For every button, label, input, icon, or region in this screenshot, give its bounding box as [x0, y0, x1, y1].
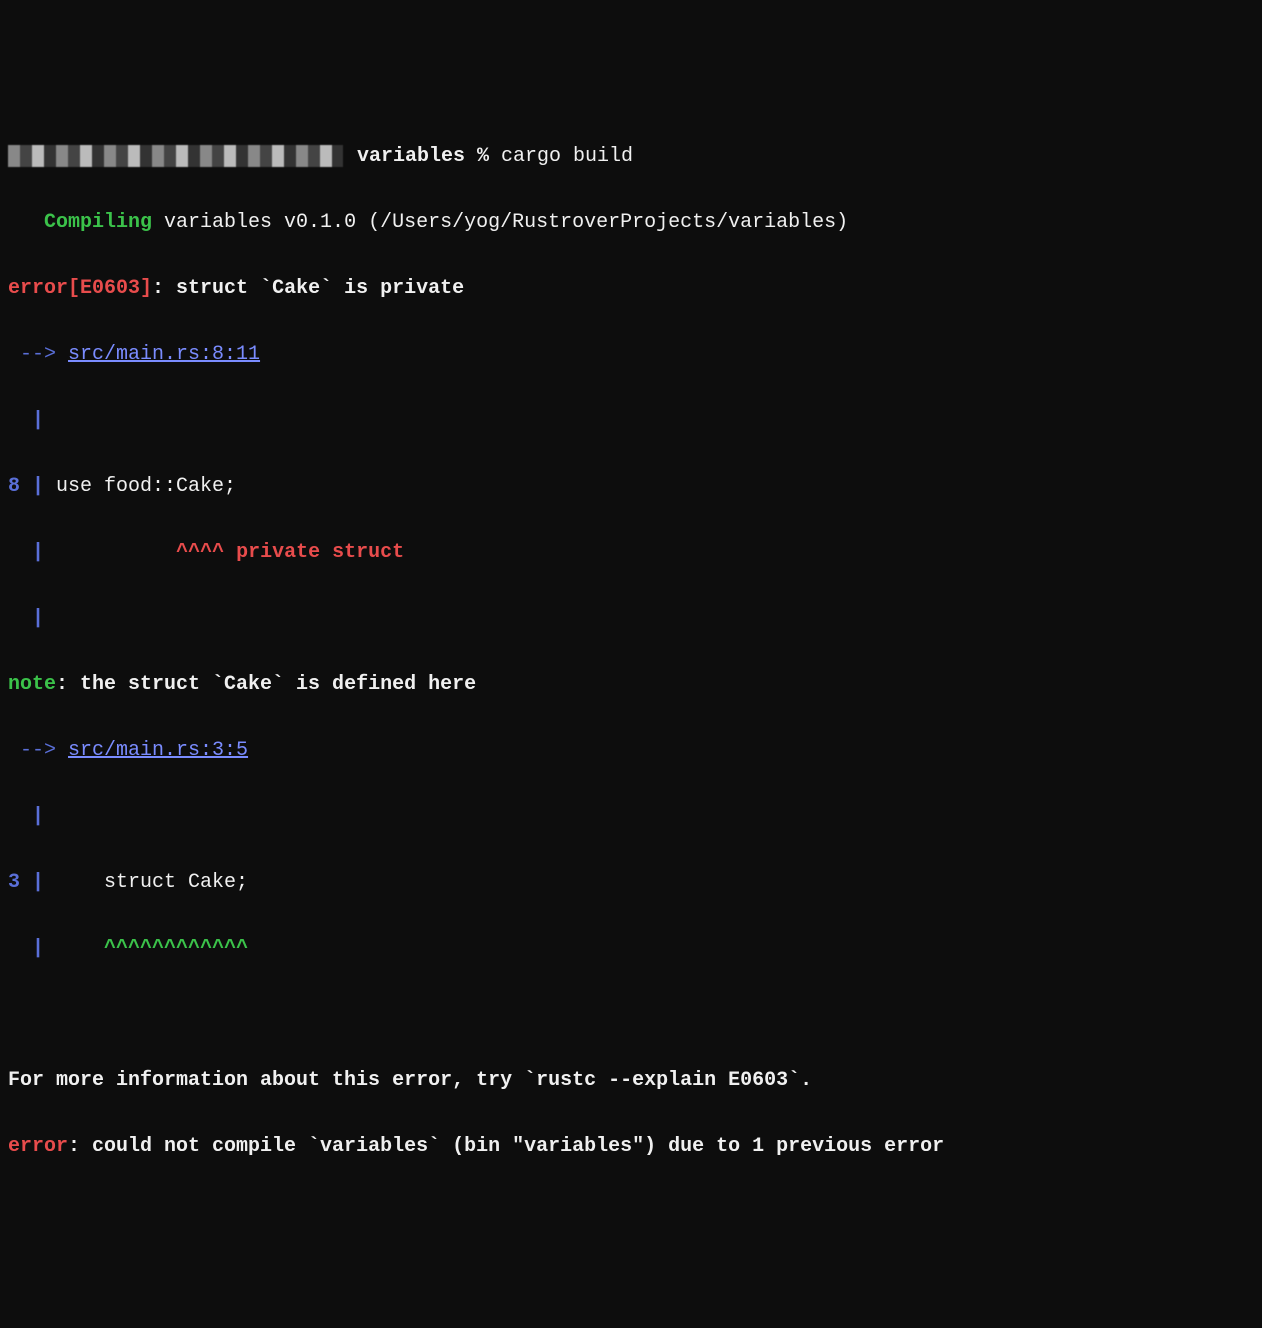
code-line-3: 3 | struct Cake;: [8, 866, 1254, 899]
line-number: 3: [8, 871, 32, 894]
prompt-command: cargo build: [501, 145, 633, 168]
caret-marker: ^^^^^^^^^^^^: [104, 937, 248, 960]
gutter-pipe: |: [32, 475, 56, 498]
note-line: note: the struct `Cake` is defined here: [8, 668, 1254, 701]
source-arrow-line-2: --> src/main.rs:3:5: [8, 734, 1254, 767]
gutter-pipe-line: |: [8, 404, 1254, 437]
redacted-prompt-prefix: [8, 145, 343, 167]
note-prefix: note: [8, 673, 56, 696]
code-line-8: 8 | use food::Cake;: [8, 470, 1254, 503]
line-number: 8: [8, 475, 32, 498]
prompt-path: variables %: [345, 145, 501, 168]
caret-annotation-line: | ^^^^ private struct: [8, 536, 1254, 569]
blank-line: [8, 998, 1254, 1031]
caret-label: private struct: [224, 541, 404, 564]
source-location-link[interactable]: src/main.rs:8:11: [68, 343, 260, 366]
gutter-pipe-line: |: [8, 602, 1254, 635]
arrow-icon: -->: [8, 739, 68, 762]
compiling-text: variables v0.1.0 (/Users/yog/RustroverPr…: [152, 211, 848, 234]
gutter-pipe-line: |: [8, 800, 1254, 833]
compiling-prefix: Compiling: [8, 211, 152, 234]
gutter-pipe: |: [32, 871, 56, 894]
error-header-line: error[E0603]: struct `Cake` is private: [8, 272, 1254, 305]
caret-annotation-line-2: | ^^^^^^^^^^^^: [8, 932, 1254, 965]
final-error-text: : could not compile `variables` (bin "va…: [68, 1135, 944, 1158]
note-text: : the struct `Cake` is defined here: [56, 673, 476, 696]
more-info-line: For more information about this error, t…: [8, 1064, 1254, 1097]
source-location-link[interactable]: src/main.rs:3:5: [68, 739, 248, 762]
error-colon: :: [152, 277, 176, 300]
final-error-line: error: could not compile `variables` (bi…: [8, 1130, 1254, 1163]
compiling-line: Compiling variables v0.1.0 (/Users/yog/R…: [8, 206, 1254, 239]
source-arrow-line-1: --> src/main.rs:8:11: [8, 338, 1254, 371]
gutter-pipe: |: [32, 937, 56, 960]
error-code: error[E0603]: [8, 277, 152, 300]
arrow-icon: -->: [8, 343, 68, 366]
caret-marker: ^^^^: [176, 541, 224, 564]
code-text: use food::Cake;: [56, 475, 236, 498]
gutter-pipe: |: [32, 541, 56, 564]
error-message: struct `Cake` is private: [176, 277, 464, 300]
prompt-line: variables % cargo build: [8, 140, 1254, 173]
error-prefix: error: [8, 1135, 68, 1158]
code-text: struct Cake;: [56, 871, 248, 894]
